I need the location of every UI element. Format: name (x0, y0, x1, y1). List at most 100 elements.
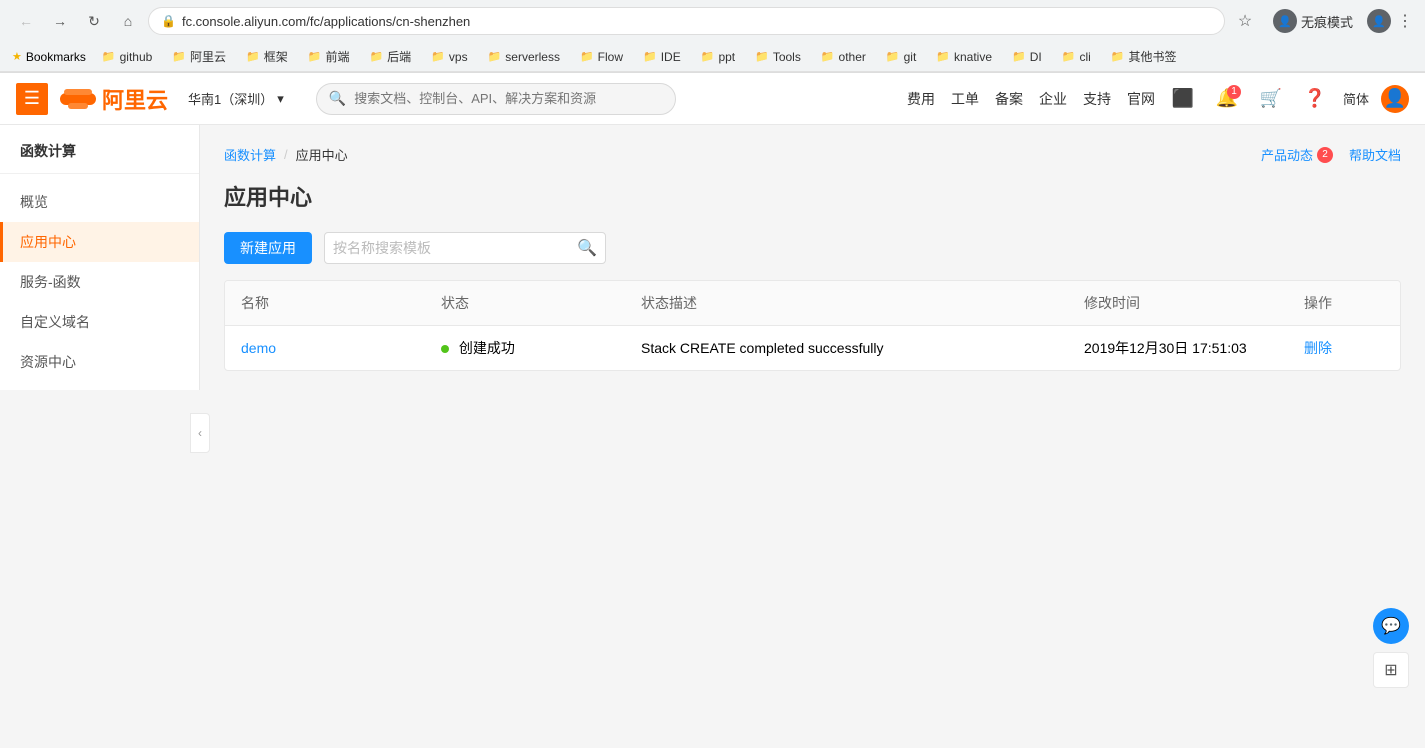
bookmark-other[interactable]: 📁 other (813, 48, 874, 66)
bookmark-tools[interactable]: 📁 Tools (747, 48, 809, 66)
nav-icp-link[interactable]: 备案 (995, 89, 1023, 109)
nav-official-link[interactable]: 官网 (1127, 89, 1155, 109)
bookmark-folder-icon: 📁 (488, 50, 502, 63)
browser-chrome: ← → ↻ ⌂ 🔒 fc.console.aliyun.com/fc/appli… (0, 0, 1425, 73)
search-template-input[interactable] (333, 240, 573, 256)
sidebar-item-app-center[interactable]: 应用中心 (0, 222, 199, 262)
sidebar: 函数计算 概览 应用中心 服务-函数 自定义域名 资源中心 (0, 125, 200, 390)
bookmarks-label: Bookmarks (26, 50, 86, 64)
sidebar-item-label: 应用中心 (20, 232, 76, 252)
status-label: 创建成功 (459, 340, 515, 356)
nav-enterprise-link[interactable]: 企业 (1039, 89, 1067, 109)
bookmark-ide[interactable]: 📁 IDE (635, 48, 689, 66)
sidebar-item-custom-domain[interactable]: 自定义域名 (0, 302, 199, 342)
bookmark-folder-icon: 📁 (369, 50, 383, 63)
region-selector[interactable]: 华南1（深圳） ▾ (188, 89, 284, 108)
bookmark-folder-icon: 📁 (1012, 50, 1026, 63)
refresh-button[interactable]: ↻ (80, 7, 108, 35)
col-header-name: 名称 (241, 293, 441, 313)
user-name-link[interactable]: 简体 (1343, 89, 1369, 108)
col-header-time: 修改时间 (1084, 293, 1304, 313)
bookmark-vps[interactable]: 📁 vps (423, 48, 475, 66)
address-bar[interactable]: 🔒 fc.console.aliyun.com/fc/applications/… (148, 7, 1225, 35)
search-template-bar[interactable]: 🔍 (324, 232, 606, 264)
sidebar-item-label: 概览 (20, 192, 48, 212)
bookmark-folder-icon: 📁 (755, 50, 769, 63)
forward-button[interactable]: → (46, 7, 74, 35)
row-status-cell: 创建成功 (441, 338, 641, 358)
bookmarks-star-icon: ★ (12, 50, 22, 63)
sidebar-item-label: 服务-函数 (20, 272, 81, 292)
update-badge: 2 (1317, 147, 1333, 163)
app-table: 名称 状态 状态描述 修改时间 操作 demo 创建成功 Stack CREAT… (224, 280, 1401, 371)
user-profile-avatar[interactable]: 👤 (1367, 9, 1391, 33)
bookmark-folder-icon: 📁 (1062, 50, 1076, 63)
user-avatar[interactable]: 👤 (1381, 85, 1409, 113)
bookmark-github[interactable]: 📁 github (94, 48, 160, 66)
notification-badge: 1 (1227, 85, 1241, 99)
bookmark-other-bookmarks[interactable]: 📁 其他书签 (1103, 46, 1185, 67)
help-doc-link[interactable]: 帮助文档 (1349, 145, 1401, 164)
bookmark-ppt[interactable]: 📁 ppt (693, 48, 743, 66)
screen-button[interactable]: ⬛ (1167, 83, 1199, 115)
sidebar-title: 函数计算 (0, 125, 199, 174)
sidebar-item-overview[interactable]: 概览 (0, 182, 199, 222)
hamburger-button[interactable]: ☰ (16, 83, 48, 115)
breadcrumb-functions-link[interactable]: 函数计算 (224, 145, 276, 164)
row-desc-cell: Stack CREATE completed successfully (641, 340, 1084, 356)
sidebar-wrapper: 函数计算 概览 应用中心 服务-函数 自定义域名 资源中心 (0, 125, 200, 741)
bookmark-cli[interactable]: 📁 cli (1054, 48, 1099, 66)
table-header: 名称 状态 状态描述 修改时间 操作 (225, 281, 1400, 326)
status-dot-success (441, 345, 449, 353)
bookmark-star-button[interactable]: ☆ (1231, 7, 1259, 35)
table-row: demo 创建成功 Stack CREATE completed success… (225, 326, 1400, 370)
main-layout: 函数计算 概览 应用中心 服务-函数 自定义域名 资源中心 (0, 125, 1425, 741)
bookmark-di[interactable]: 📁 DI (1004, 48, 1050, 66)
bookmark-backend[interactable]: 📁 后端 (361, 46, 419, 67)
search-template-button[interactable]: 🔍 (577, 238, 597, 258)
row-time-cell: 2019年12月30日 17:51:03 (1084, 338, 1304, 358)
help-button[interactable]: ❓ (1299, 83, 1331, 115)
incognito-button[interactable]: 👤 无痕模式 (1265, 9, 1361, 33)
grid-button[interactable]: ⊞ (1373, 652, 1409, 688)
chat-button[interactable]: 💬 (1373, 608, 1409, 644)
back-button[interactable]: ← (12, 7, 40, 35)
top-search-input[interactable] (354, 91, 663, 106)
sidebar-collapse-button[interactable]: ‹ (190, 413, 210, 453)
bookmark-folder-icon: 📁 (936, 50, 950, 63)
search-icon: 🔍 (329, 90, 346, 107)
bookmark-knative[interactable]: 📁 knative (928, 48, 1000, 66)
top-nav: ☰ 阿里云 华南1（深圳） ▾ 🔍 费用 工单 备案 企业 支持 官网 ⬛ (0, 73, 1425, 125)
sidebar-item-resource-center[interactable]: 资源中心 (0, 342, 199, 382)
delete-link[interactable]: 删除 (1304, 340, 1332, 356)
bookmark-folder-icon: 📁 (643, 50, 657, 63)
product-update-link[interactable]: 产品动态 2 (1261, 145, 1333, 164)
bookmark-aliyun[interactable]: 📁 阿里云 (164, 46, 234, 67)
bookmark-git[interactable]: 📁 git (878, 48, 924, 66)
nav-support-link[interactable]: 支持 (1083, 89, 1111, 109)
bookmark-flow[interactable]: 📁 Flow (572, 48, 631, 66)
aliyun-logo-icon (60, 85, 96, 113)
bookmark-framework[interactable]: 📁 框架 (238, 46, 296, 67)
nav-ticket-link[interactable]: 工单 (951, 89, 979, 109)
sidebar-item-service-function[interactable]: 服务-函数 (0, 262, 199, 302)
nav-cost-link[interactable]: 费用 (907, 89, 935, 109)
incognito-avatar: 👤 (1273, 9, 1297, 33)
home-button[interactable]: ⌂ (114, 7, 142, 35)
content-header-actions: 产品动态 2 帮助文档 (1261, 145, 1401, 164)
app-name-link[interactable]: demo (241, 340, 276, 356)
notification-button[interactable]: 🔔 1 (1211, 83, 1243, 115)
logo-text: 阿里云 (102, 83, 168, 115)
top-search-bar[interactable]: 🔍 (316, 83, 676, 115)
bookmark-frontend[interactable]: 📁 前端 (300, 46, 358, 67)
browser-controls: ← → ↻ ⌂ 🔒 fc.console.aliyun.com/fc/appli… (0, 0, 1425, 42)
breadcrumb-current: 应用中心 (296, 145, 348, 164)
new-app-button[interactable]: 新建应用 (224, 232, 312, 264)
cart-button[interactable]: 🛒 (1255, 83, 1287, 115)
bookmark-folder-icon: 📁 (431, 50, 445, 63)
bookmark-serverless[interactable]: 📁 serverless (480, 48, 568, 66)
lock-icon: 🔒 (161, 14, 176, 28)
nav-links: 费用 工单 备案 企业 支持 官网 (907, 89, 1155, 109)
app-container: ☰ 阿里云 华南1（深圳） ▾ 🔍 费用 工单 备案 企业 支持 官网 ⬛ (0, 73, 1425, 741)
sidebar-item-label: 资源中心 (20, 352, 76, 372)
